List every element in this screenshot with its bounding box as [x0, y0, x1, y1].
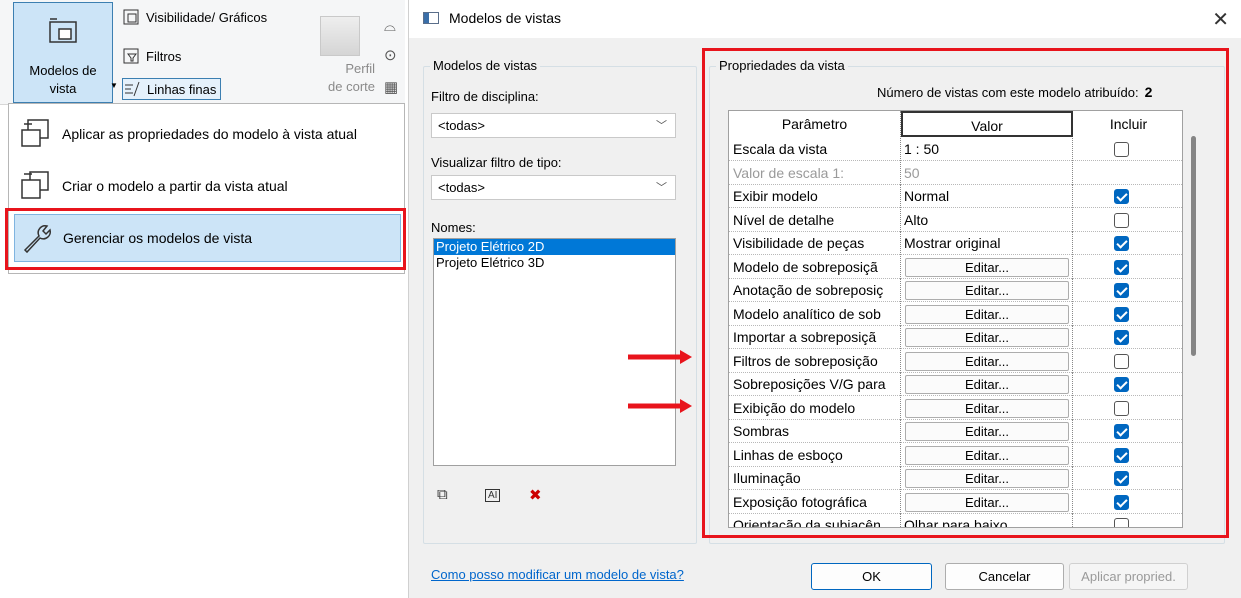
grid-icon[interactable]: ▦ [384, 78, 398, 96]
help-link[interactable]: Como posso modificar um modelo de vista? [431, 567, 684, 582]
create-template-icon [21, 171, 49, 199]
discipline-filter-label: Filtro de disciplina: [431, 89, 539, 104]
annotation-highlight-box [5, 208, 406, 270]
list-item[interactable]: Projeto Elétrico 3D [434, 255, 675, 271]
discipline-filter-value: <todas> [438, 118, 485, 133]
annotation-highlight-box [702, 48, 1229, 538]
list-item[interactable]: Projeto Elétrico 2D [434, 239, 675, 255]
apply-template-icon [21, 119, 49, 147]
templates-group-title: Modelos de vistas [430, 58, 541, 73]
filter-icon [123, 48, 139, 64]
ok-button[interactable]: OK [811, 563, 932, 590]
show-hide-icon[interactable]: ⌓ [384, 18, 396, 35]
apply-template-menu-item[interactable]: Aplicar as propriedades do modelo à vist… [14, 110, 401, 158]
apply-button[interactable]: Aplicar propried. [1069, 563, 1188, 590]
filters-label: Filtros [146, 48, 182, 64]
names-label: Nomes: [431, 220, 476, 235]
apply-template-label: Aplicar as propriedades do modelo à vist… [62, 126, 357, 142]
dialog-titlebar: Modelos de vistas ✕ [409, 0, 1241, 38]
thin-lines-button[interactable]: Linhas finas [122, 78, 222, 100]
create-template-label: Criar o modelo a partir da vista atual [62, 178, 288, 194]
chevron-down-icon: ▼ [110, 81, 118, 90]
annotation-arrow-icon [628, 350, 692, 364]
discipline-filter-select[interactable]: <todas> ﹀ [431, 113, 676, 138]
view-templates-label-2: vista [49, 81, 77, 96]
ribbon-panel: Modelos de vista ▼ Visibilidade/ Gráfico… [0, 0, 405, 105]
cut-profile-label-2: de corte [328, 79, 375, 94]
chevron-down-icon: ﹀ [656, 182, 667, 194]
visibility-label: Visibilidade/ Gráficos [146, 9, 268, 25]
filters-button[interactable]: Filtros [122, 45, 181, 67]
create-template-menu-item[interactable]: Criar o modelo a partir da vista atual [14, 162, 401, 210]
thin-lines-label: Linhas finas [147, 81, 217, 97]
duplicate-icon[interactable]: ⧉ [437, 486, 448, 503]
view-templates-dialog: Modelos de vistas ✕ Modelos de vistas Fi… [408, 0, 1241, 598]
view-template-icon [49, 18, 77, 43]
close-icon[interactable]: ✕ [1212, 7, 1229, 32]
type-filter-select[interactable]: <todas> ﹀ [431, 175, 676, 200]
visibility-icon [123, 9, 139, 25]
dialog-title: Modelos de vistas [449, 10, 562, 26]
thin-lines-icon [125, 81, 140, 97]
cut-profile-button[interactable]: Perfil de corte [300, 18, 375, 96]
cut-profile-label-1: Perfil [345, 61, 375, 76]
chevron-down-icon: ﹀ [656, 120, 667, 132]
type-filter-label: Visualizar filtro de tipo: [431, 155, 562, 170]
cancel-button[interactable]: Cancelar [945, 563, 1064, 590]
reveal-icon[interactable]: ⊙ [384, 46, 397, 64]
rename-icon[interactable]: AI [485, 489, 501, 502]
visibility-graphics-button[interactable]: Visibilidade/ Gráficos [122, 6, 267, 28]
dialog-app-icon [423, 12, 439, 24]
annotation-arrow-icon [628, 399, 692, 413]
view-templates-button[interactable]: Modelos de vista ▼ [13, 2, 118, 103]
delete-icon[interactable]: ✖ [529, 486, 542, 504]
type-filter-value: <todas> [438, 180, 485, 195]
view-templates-label-1: Modelos de [29, 63, 97, 78]
